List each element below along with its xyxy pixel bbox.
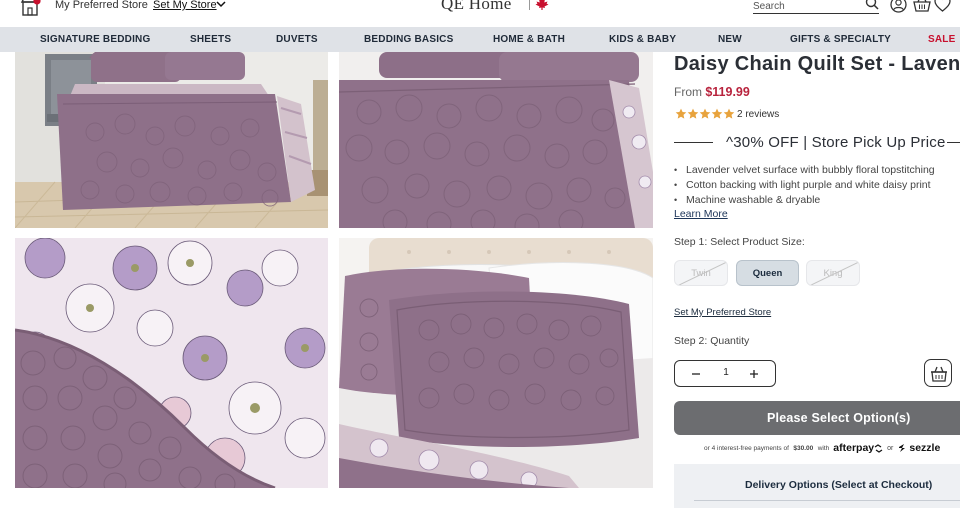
store-icon[interactable] <box>20 0 42 16</box>
feature-item: Machine washable & dryable <box>674 193 935 208</box>
delivery-options-toggle[interactable]: Delivery Options (Select at Checkout) <box>745 479 932 491</box>
product-price: $119.99 <box>705 85 750 99</box>
star-icon <box>711 108 723 119</box>
sezzle-icon <box>899 444 906 452</box>
quantity-value[interactable]: 1 <box>715 367 737 378</box>
promo-rule-right <box>947 142 960 143</box>
site-header: My Preferred Store Set My Store QE Home <box>0 0 960 27</box>
size-label: Queen <box>752 267 783 279</box>
nav-gifts-specialty[interactable]: GIFTS & SPECIALTY <box>790 34 891 45</box>
star-icon <box>699 108 711 119</box>
nav-bedding-basics[interactable]: BEDDING BASICS <box>364 34 453 45</box>
delivery-divider <box>694 500 960 501</box>
star-icon <box>675 108 687 119</box>
preferred-store-label: My Preferred Store <box>55 0 148 11</box>
step2-label: Step 2: Quantity <box>674 335 750 347</box>
learn-more-link[interactable]: Learn More <box>674 208 728 220</box>
promo-rule-left <box>674 142 713 143</box>
account-icon[interactable] <box>890 0 907 13</box>
reviews-link[interactable]: 2 reviews <box>737 109 779 120</box>
nav-signature-bedding[interactable]: SIGNATURE BEDDING <box>40 34 150 45</box>
afterpay-prefix: or 4 interest-free payments of <box>704 444 789 452</box>
rating-stars[interactable] <box>675 108 735 120</box>
search-input[interactable] <box>753 0 853 12</box>
price-line: From $119.99 <box>674 85 750 99</box>
maple-leaf-icon <box>535 0 549 10</box>
search-icon[interactable] <box>865 0 879 10</box>
product-title: Daisy Chain Quilt Set - Lavend <box>674 53 960 75</box>
step1-label: Step 1: Select Product Size: <box>674 236 805 248</box>
star-icon <box>723 108 735 119</box>
gift-basket-icon <box>931 366 947 382</box>
afterpay-with: with <box>817 444 830 452</box>
logo-divider <box>529 0 530 10</box>
nav-home-bath[interactable]: HOME & BATH <box>493 34 565 45</box>
feature-item: Lavender velvet surface with bubbly flor… <box>674 163 935 178</box>
sezzle-logo[interactable]: sezzle <box>909 442 940 454</box>
set-my-store-link[interactable]: Set My Store <box>153 0 217 11</box>
installment-info: or 4 interest-free payments of $30.00 wi… <box>704 442 940 454</box>
promo-banner: ^30% OFF | Store Pick Up Price <box>726 134 946 151</box>
size-option-king[interactable]: King <box>806 260 860 286</box>
from-label: From <box>674 85 702 99</box>
size-option-twin[interactable]: Twin <box>674 260 728 286</box>
quantity-stepper: 1 <box>674 360 776 387</box>
set-preferred-store-link[interactable]: Set My Preferred Store <box>674 307 771 318</box>
lavender-quilt-bedroom-photo[interactable] <box>15 52 328 228</box>
unavailable-strike <box>810 261 859 285</box>
or-label: or <box>887 444 894 452</box>
feature-list: Lavender velvet surface with bubbly flor… <box>674 163 935 208</box>
main-navigation: SIGNATURE BEDDING SHEETS DUVETS BEDDING … <box>0 27 960 52</box>
unavailable-strike <box>678 261 727 285</box>
nav-sale[interactable]: SALE <box>928 34 955 45</box>
plus-icon[interactable] <box>745 365 763 383</box>
nav-sheets[interactable]: SHEETS <box>190 34 231 45</box>
feature-item: Cotton backing with light purple and whi… <box>674 178 935 193</box>
minus-icon[interactable] <box>687 365 705 383</box>
site-logo[interactable]: QE Home <box>441 0 512 14</box>
afterpay-amount: $30.00 <box>793 444 814 452</box>
nav-new[interactable]: NEW <box>718 34 742 45</box>
cart-icon[interactable] <box>913 0 931 12</box>
heart-icon[interactable] <box>934 0 951 12</box>
delivery-options-panel: Delivery Options (Select at Checkout) <box>674 464 960 508</box>
search-field[interactable] <box>753 0 879 14</box>
lavender-quilt-closeup-photo[interactable] <box>339 52 653 228</box>
nav-duvets[interactable]: DUVETS <box>276 34 318 45</box>
lavender-pillow-shams-photo[interactable] <box>339 238 653 488</box>
star-icon <box>687 108 699 119</box>
size-option-queen[interactable]: Queen <box>736 260 799 286</box>
nav-kids-baby[interactable]: KIDS & BABY <box>609 34 676 45</box>
afterpay-logo[interactable]: afterpay <box>833 442 874 454</box>
afterpay-arrows-icon <box>874 443 883 453</box>
add-to-cart-button[interactable]: Please Select Option(s) <box>674 401 960 435</box>
gift-registry-button[interactable] <box>924 359 952 387</box>
daisy-print-reverse-photo[interactable] <box>15 238 328 488</box>
chevron-down-icon[interactable] <box>216 0 226 8</box>
